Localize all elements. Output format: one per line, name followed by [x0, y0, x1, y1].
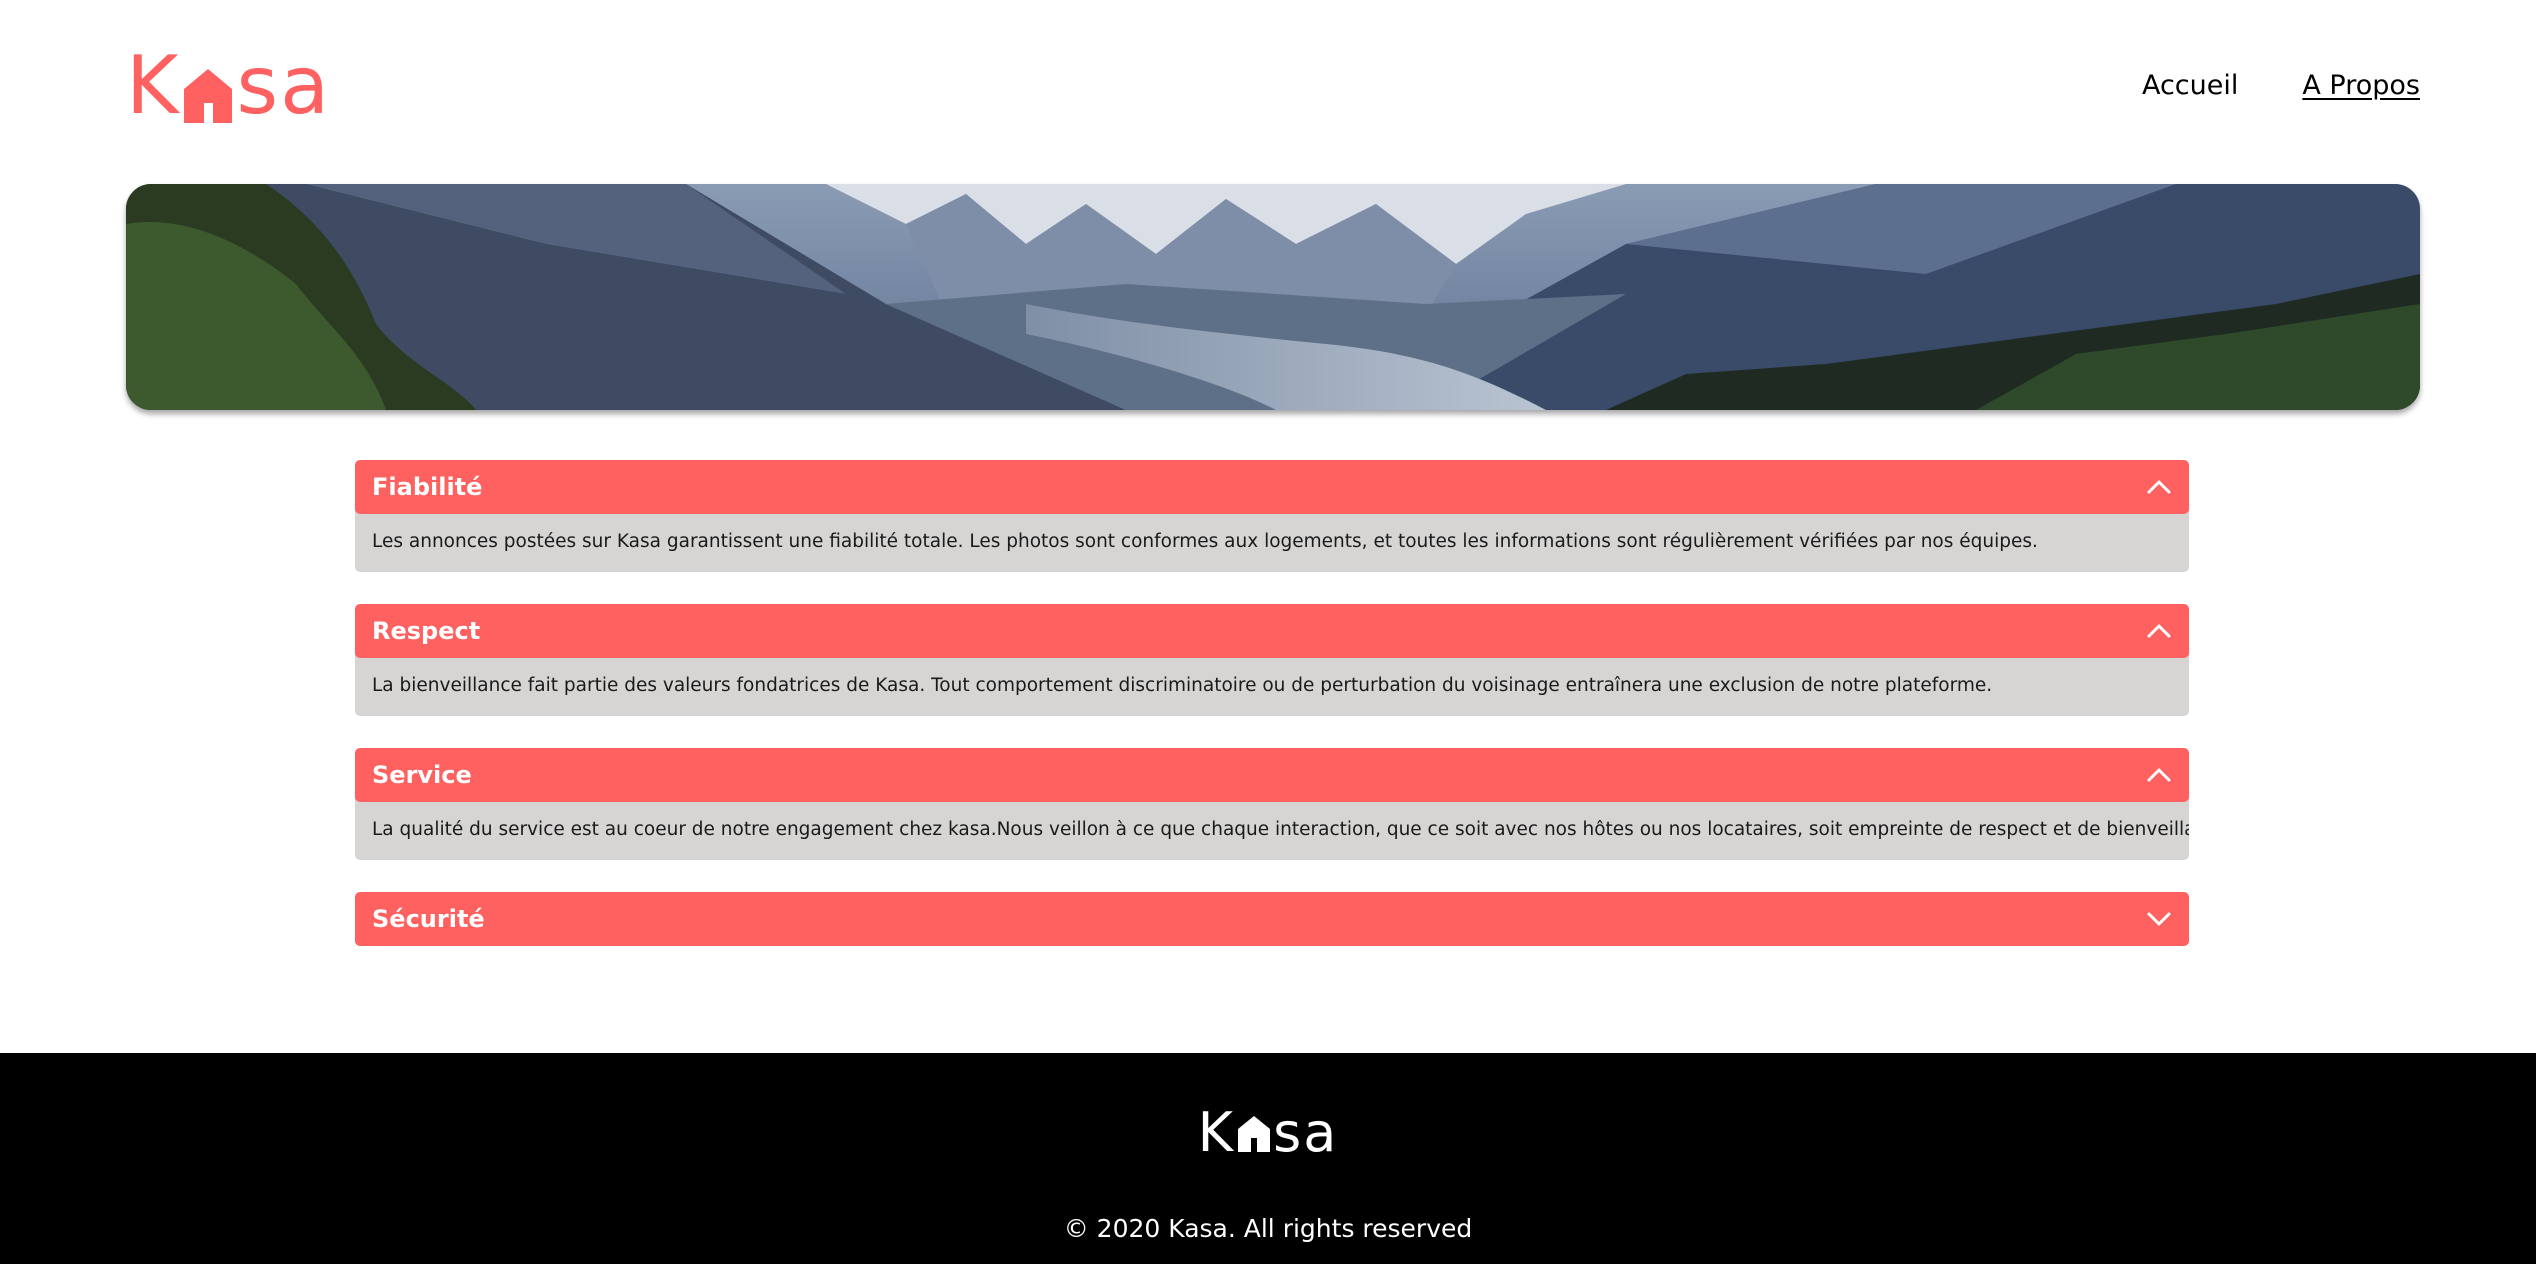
accordion-item-service: Service La qualité du service est au coe…: [355, 748, 2189, 860]
accordion-item-respect: Respect La bienveillance fait partie des…: [355, 604, 2189, 716]
house-icon: [182, 60, 234, 123]
accordion-header-fiabilite[interactable]: Fiabilité: [355, 460, 2189, 514]
site-footer: Ksa © 2020 Kasa. All rights reserved: [0, 1053, 2536, 1264]
footer-kasa-logo: Ksa: [0, 1105, 2536, 1161]
logo-letters-sa: sa: [236, 39, 332, 132]
nav-link-accueil[interactable]: Accueil: [2142, 68, 2238, 104]
chevron-up-icon: [2147, 480, 2171, 494]
chevron-up-icon: [2147, 768, 2171, 782]
main-nav: Accueil A Propos: [2142, 68, 2420, 104]
accordion-title: Sécurité: [372, 905, 485, 933]
kasa-logo[interactable]: Ksa: [126, 39, 332, 132]
values-accordion: Fiabilité Les annonces postées sur Kasa …: [355, 460, 2189, 978]
accordion-item-fiabilite: Fiabilité Les annonces postées sur Kasa …: [355, 460, 2189, 572]
nav-link-a-propos[interactable]: A Propos: [2302, 68, 2420, 104]
logo-letter-k: K: [1197, 1101, 1236, 1164]
accordion-content: Les annonces postées sur Kasa garantisse…: [355, 510, 2189, 572]
accordion-title: Fiabilité: [372, 473, 483, 501]
accordion-title: Respect: [372, 617, 481, 645]
accordion-title: Service: [372, 761, 472, 789]
site-header: Ksa Accueil A Propos: [126, 39, 2420, 132]
logo-letters-sa: sa: [1273, 1101, 1339, 1164]
accordion-content: La bienveillance fait partie des valeurs…: [355, 654, 2189, 716]
accordion-header-service[interactable]: Service: [355, 748, 2189, 802]
accordion-header-securite[interactable]: Sécurité: [355, 892, 2189, 946]
accordion-header-respect[interactable]: Respect: [355, 604, 2189, 658]
accordion-content: La qualité du service est au coeur de no…: [355, 798, 2189, 860]
copyright-text: © 2020 Kasa. All rights reserved: [1063, 1214, 1473, 1243]
chevron-up-icon: [2147, 624, 2171, 638]
chevron-down-icon: [2147, 912, 2171, 926]
hero-banner-image: [126, 184, 2420, 410]
house-icon: [1237, 1107, 1271, 1152]
logo-letter-k: K: [126, 39, 181, 132]
accordion-item-securite: Sécurité: [355, 892, 2189, 946]
